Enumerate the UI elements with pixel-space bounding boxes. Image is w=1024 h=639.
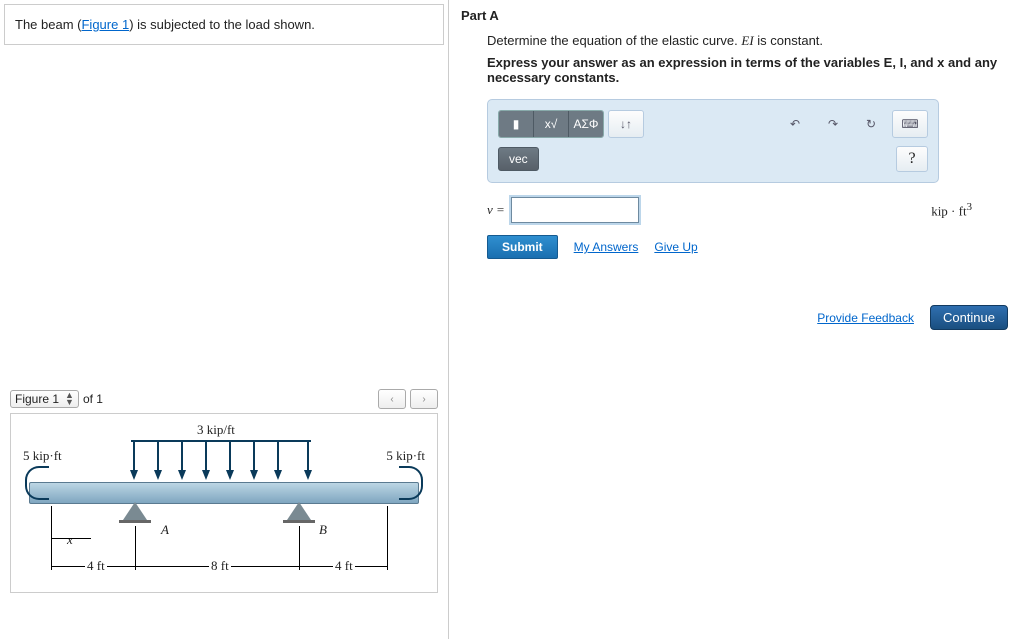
help-button[interactable]: ? — [896, 146, 928, 172]
figure-panel: Figure 1 ▲▼ of 1 ‹ › 3 — [4, 385, 444, 593]
equation-toolbar: ▮ x√ ΑΣΦ ↓↑ ↶ ↷ ↻ ⌨ — [498, 110, 928, 138]
reset-button[interactable]: ↻ — [854, 111, 888, 137]
problem-statement: The beam (Figure 1) is subjected to the … — [4, 4, 444, 45]
greek-button[interactable]: ΑΣΦ — [569, 111, 603, 137]
load-label: 3 kip/ft — [197, 422, 235, 438]
answer-panel: ▮ x√ ΑΣΦ ↓↑ ↶ ↷ ↻ ⌨ vec ? — [487, 99, 939, 183]
problem-text-a: The beam ( — [15, 17, 81, 32]
my-answers-link[interactable]: My Answers — [574, 240, 639, 254]
figure-image: 3 kip/ft 5 kip·ft 5 kip·ft A B x — [10, 413, 438, 593]
give-up-link[interactable]: Give Up — [654, 240, 697, 254]
equation-variable: v = — [487, 202, 505, 218]
provide-feedback-link[interactable]: Provide Feedback — [817, 311, 914, 325]
answer-input[interactable] — [511, 197, 639, 223]
undo-button[interactable]: ↶ — [778, 111, 812, 137]
redo-button[interactable]: ↷ — [816, 111, 850, 137]
figure-select-label: Figure 1 — [15, 392, 59, 406]
x-label: x — [67, 532, 73, 548]
stepper-icon: ▲▼ — [65, 392, 74, 406]
dim1: 4 ft — [85, 558, 107, 574]
right-pane: Part A Determine the equation of the ela… — [449, 0, 1024, 639]
equation-units: kip · ft3 — [931, 201, 972, 219]
problem-text-b: ) is subjected to the load shown. — [129, 17, 315, 32]
support-b — [287, 502, 311, 520]
figure-link[interactable]: Figure 1 — [81, 17, 129, 32]
moment-right-icon — [399, 466, 423, 500]
dim2: 8 ft — [209, 558, 231, 574]
beam — [29, 482, 419, 504]
template-button[interactable]: ▮ — [499, 111, 534, 137]
figure-next-button[interactable]: › — [410, 389, 438, 409]
moment-right-label: 5 kip·ft — [386, 448, 425, 464]
instruction-2: Express your answer as an expression in … — [487, 55, 1012, 85]
subscript-button[interactable]: ↓↑ — [608, 110, 644, 138]
left-pane: The beam (Figure 1) is subjected to the … — [0, 0, 449, 639]
figure-prev-button[interactable]: ‹ — [378, 389, 406, 409]
moment-left-icon — [25, 466, 49, 500]
moment-left-label: 5 kip·ft — [23, 448, 62, 464]
keyboard-button[interactable]: ⌨ — [892, 110, 928, 138]
dim3: 4 ft — [333, 558, 355, 574]
equation-row: v = kip · ft3 — [487, 197, 1012, 223]
instruction-1: Determine the equation of the elastic cu… — [487, 33, 1012, 49]
submit-button[interactable]: Submit — [487, 235, 558, 259]
support-a-label: A — [161, 522, 169, 538]
figure-count: of 1 — [83, 392, 103, 406]
support-b-label: B — [319, 522, 327, 538]
figure-select[interactable]: Figure 1 ▲▼ — [10, 390, 79, 408]
vec-button[interactable]: vec — [498, 147, 539, 171]
support-a — [123, 502, 147, 520]
fraction-button[interactable]: x√ — [534, 111, 569, 137]
part-title: Part A — [461, 8, 1012, 23]
continue-button[interactable]: Continue — [930, 305, 1008, 330]
